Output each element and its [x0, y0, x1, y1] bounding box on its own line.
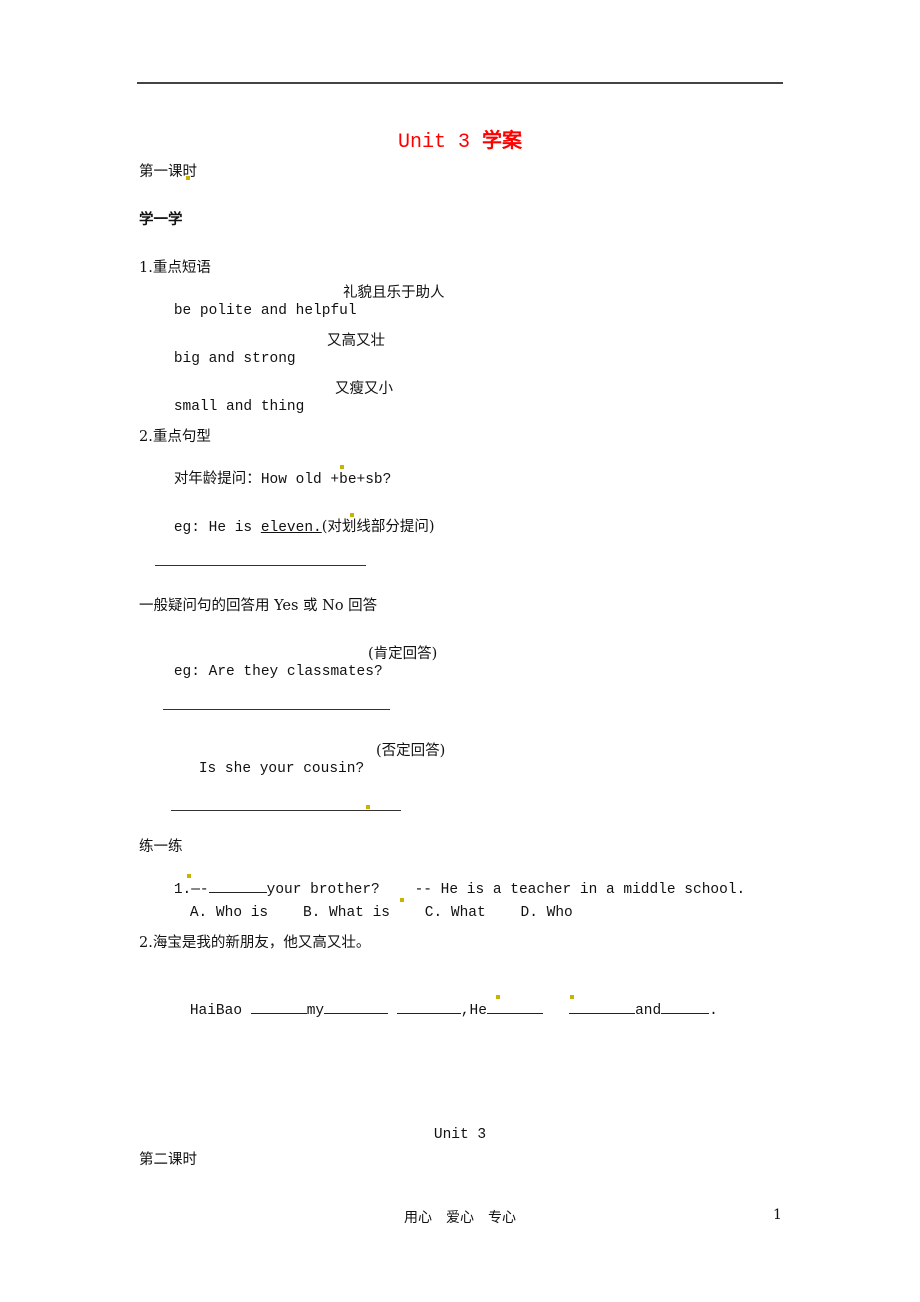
- document-page: Unit 3 学案 第一课时 学一学 1.重点短语 be polite and …: [0, 0, 920, 1302]
- phrase-en: be polite and helpful: [173, 303, 357, 319]
- underlined-word: eleven.: [260, 520, 322, 536]
- question-2: HaiBao my ,He and.: [189, 1001, 718, 1019]
- example-3: Is she your cousin?: [198, 761, 365, 777]
- header-rule: [137, 82, 783, 84]
- example-1: eg: He is eleven.(对划线部分提问): [173, 519, 435, 536]
- edit-mark: [366, 805, 370, 809]
- section1-heading: 1.重点短语: [139, 260, 211, 276]
- age-question: 对年龄提问：How old +be+sb?: [139, 452, 392, 507]
- title-cn: 学案: [482, 128, 522, 152]
- phrase-cn: 又高又壮: [327, 333, 385, 349]
- phrase-cn: 礼貌且乐于助人: [343, 285, 445, 301]
- answer-blank-1[interactable]: [155, 565, 366, 566]
- footer-motto: 用心 爱心 专心: [404, 1210, 516, 1226]
- answer-blank-3[interactable]: [171, 810, 401, 811]
- q2-blank-1[interactable]: [250, 1001, 307, 1014]
- q2-blank-3[interactable]: [396, 1001, 461, 1014]
- document-title: Unit 3 学案: [0, 124, 920, 154]
- phrase-cn: 又瘦又小: [335, 381, 393, 397]
- edit-mark: [187, 874, 191, 878]
- option-d[interactable]: D. Who: [521, 905, 573, 921]
- q2-blank-6[interactable]: [661, 1001, 710, 1014]
- answer-blank-2[interactable]: [163, 709, 390, 710]
- age-question-pattern: How old +be+sb?: [260, 472, 392, 488]
- phrase-row: be polite and helpful: [139, 284, 357, 338]
- phrase-row: small and thing: [139, 380, 305, 434]
- phrase-en: small and thing: [173, 399, 305, 415]
- q1-options: A. Who is B. What is C. What D. Who: [155, 886, 573, 940]
- phrase-row: big and strong: [139, 332, 296, 386]
- option-c[interactable]: C. What: [425, 905, 486, 921]
- edit-mark: [340, 465, 344, 469]
- q2-blank-2[interactable]: [324, 1001, 389, 1014]
- edit-mark: [350, 513, 354, 517]
- learn-heading: 学一学: [139, 211, 183, 228]
- edit-mark: [186, 176, 190, 180]
- question-2-prompt: 2.海宝是我的新朋友，他又高又壮。: [139, 935, 371, 951]
- edit-mark: [496, 995, 500, 999]
- q2-blank-5[interactable]: [569, 1001, 636, 1014]
- q2-blank-4[interactable]: [486, 1001, 543, 1014]
- example-3-note: (否定回答): [376, 743, 446, 759]
- page-number: 1: [773, 1207, 782, 1223]
- example-2-note: (肯定回答): [368, 646, 438, 662]
- edit-mark: [570, 995, 574, 999]
- phrase-en: big and strong: [173, 351, 296, 367]
- example-2: eg: Are they classmates?: [173, 664, 383, 680]
- edit-mark: [400, 898, 404, 902]
- option-b[interactable]: B. What is: [303, 905, 390, 921]
- yesno-label: 一般疑问句的回答用 Yes 或 No 回答: [139, 598, 378, 614]
- title-en: Unit 3: [397, 131, 482, 154]
- practice-heading: 练一练: [139, 839, 183, 855]
- lesson2-label: 第二课时: [139, 1152, 197, 1168]
- unit-label: Unit 3: [433, 1127, 487, 1143]
- option-a[interactable]: A. Who is: [190, 905, 268, 921]
- section2-heading: 2.重点句型: [139, 429, 211, 445]
- age-question-label: 对年龄提问：: [173, 471, 261, 487]
